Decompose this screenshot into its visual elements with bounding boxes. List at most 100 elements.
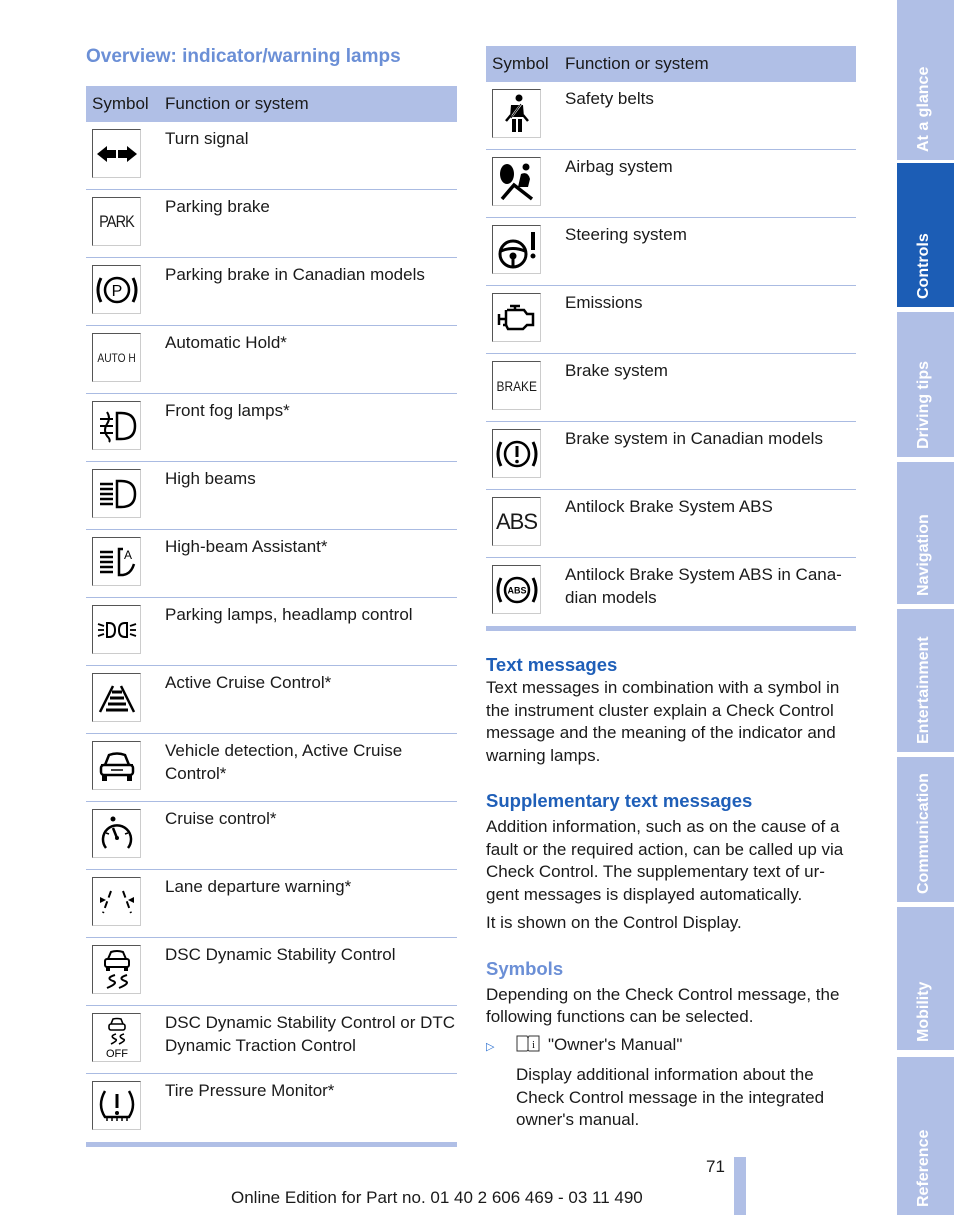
row-label: Emissions xyxy=(565,293,643,312)
safety-belt-icon xyxy=(492,89,541,138)
table-row: Parking lamps, headlamp control xyxy=(86,598,457,666)
tab-driving-tips[interactable]: Driving tips xyxy=(897,312,954,457)
row-label: Antilock Brake System ABS xyxy=(565,497,773,516)
row-label: Vehicle detection, Active Cruise Control… xyxy=(165,741,403,783)
tab-entertainment[interactable]: Entertainment xyxy=(897,609,954,752)
svg-text:P: P xyxy=(111,283,122,300)
active-cruise-control-icon xyxy=(92,673,141,722)
table-row: Airbag system xyxy=(486,150,856,218)
svg-text:i: i xyxy=(532,1040,535,1051)
dsc-icon xyxy=(92,945,141,994)
auto-hold-icon: AUTO H xyxy=(92,333,141,382)
cruise-control-icon xyxy=(92,809,141,858)
table-row: AUTO H Automatic Hold* xyxy=(86,326,457,394)
lane-departure-icon xyxy=(92,877,141,926)
row-label: Safety belts xyxy=(565,89,654,108)
edition-footer: Online Edition for Part no. 01 40 2 606 … xyxy=(231,1188,643,1207)
svg-text:A: A xyxy=(123,548,131,562)
row-label: Turn signal xyxy=(165,129,249,148)
table-row: High beams xyxy=(86,462,457,530)
row-label: Airbag system xyxy=(565,157,673,176)
owners-manual-label: "Owner's Manual" xyxy=(548,1034,683,1054)
row-label: Steering system xyxy=(565,225,687,244)
tab-at-a-glance[interactable]: At a glance xyxy=(897,0,954,160)
parking-brake-canada-icon: P xyxy=(92,265,141,314)
table-row: Brake system in Canadian models xyxy=(486,422,856,490)
table-row: Lane departure warning* xyxy=(86,870,457,938)
table-row: P Parking brake in Canadian models xyxy=(86,258,457,326)
left-table-header: Symbol Function or system xyxy=(86,86,457,122)
page-number: 71 xyxy=(706,1157,725,1176)
symbol-column-header: Symbol xyxy=(492,54,549,73)
symbols-heading: Symbols xyxy=(486,957,564,979)
row-label: Parking brake in Canadian models xyxy=(165,265,425,284)
row-label: Automatic Hold* xyxy=(165,333,287,352)
table-row: ABS Antilock Brake System ABS in Cana-di… xyxy=(486,558,856,626)
high-beam-assistant-icon: A xyxy=(92,537,141,586)
tire-pressure-icon xyxy=(92,1081,141,1130)
steering-system-icon xyxy=(492,225,541,274)
parking-lamps-icon xyxy=(92,605,141,654)
row-label: Lane departure warning* xyxy=(165,877,352,896)
row-label: High beams xyxy=(165,469,256,488)
abs-canada-icon: ABS xyxy=(492,565,541,614)
row-label: Brake system xyxy=(565,361,668,380)
tab-communication[interactable]: Communication xyxy=(897,757,954,902)
tab-reference[interactable]: Reference xyxy=(897,1057,954,1215)
overview-title: Overview: indicator/warning lamps xyxy=(86,46,401,67)
table-row: OFF DSC Dynamic Stability Control or DTC… xyxy=(86,1006,457,1074)
table-row: Tire Pressure Monitor* xyxy=(86,1074,457,1142)
svg-text:OFF: OFF xyxy=(106,1048,128,1060)
left-column: Overview: indicator/warning lamps Symbol… xyxy=(86,44,457,1147)
table-row: Front fog lamps* xyxy=(86,394,457,462)
table-end-rule xyxy=(86,1142,457,1147)
table-row: Steering system xyxy=(486,218,856,286)
park-text-icon: PARK xyxy=(92,197,141,246)
symbols-body: Depending on the Check Control message, … xyxy=(486,984,840,1027)
table-row: ABS Antilock Brake System ABS xyxy=(486,490,856,558)
airbag-icon xyxy=(492,157,541,206)
symbol-column-header: Symbol xyxy=(92,94,149,113)
supplementary-heading: Supplementary text messages xyxy=(486,790,753,811)
function-column-header: Function or system xyxy=(565,54,709,73)
row-label: Antilock Brake System ABS in Cana-dian m… xyxy=(565,565,842,607)
emissions-icon xyxy=(492,293,541,342)
brake-text-icon: BRAKE xyxy=(492,361,541,410)
row-label: Front fog lamps* xyxy=(165,401,290,420)
row-label: Tire Pressure Monitor* xyxy=(165,1081,335,1100)
table-row: Vehicle detection, Active Cruise Control… xyxy=(86,734,457,802)
svg-text:ABS: ABS xyxy=(507,585,526,595)
function-column-header: Function or system xyxy=(165,94,309,113)
right-column: Symbol Function or system Safety belts A… xyxy=(486,46,856,1132)
row-label: High-beam Assistant* xyxy=(165,537,328,556)
table-row: A High-beam Assistant* xyxy=(86,530,457,598)
owners-manual-description: Display additional information about the… xyxy=(516,1065,825,1129)
brake-canada-icon xyxy=(492,429,541,478)
table-row: Safety belts xyxy=(486,82,856,150)
dsc-off-icon: OFF xyxy=(92,1013,141,1062)
vehicle-detection-icon xyxy=(92,741,141,790)
table-row: Turn signal xyxy=(86,122,457,190)
table-row: Cruise control* xyxy=(86,802,457,870)
right-table-header: Symbol Function or system xyxy=(486,46,856,82)
row-label: Cruise control* xyxy=(165,809,277,828)
row-label: Active Cruise Control* xyxy=(165,673,332,692)
tab-navigation[interactable]: Navigation xyxy=(897,462,954,604)
high-beam-icon xyxy=(92,469,141,518)
row-label: Brake system in Canadian models xyxy=(565,429,823,448)
supplementary-body-2: It is shown on the Control Display. xyxy=(486,913,742,932)
bullet-triangle-icon: ▷ xyxy=(486,1040,495,1053)
table-row: DSC Dynamic Stability Control xyxy=(86,938,457,1006)
table-row: BRAKE Brake system xyxy=(486,354,856,422)
supplementary-body: Addition information, such as on the cau… xyxy=(486,817,844,904)
row-label: DSC Dynamic Stability Control or DTC Dyn… xyxy=(165,1013,456,1055)
text-messages-body: Text messages in combination with a symb… xyxy=(486,678,840,765)
owners-manual-icon: i xyxy=(516,1034,540,1059)
tab-controls[interactable]: Controls xyxy=(897,163,954,307)
table-row: Emissions xyxy=(486,286,856,354)
table-row: PARK Parking brake xyxy=(86,190,457,258)
row-label: DSC Dynamic Stability Control xyxy=(165,945,396,964)
text-messages-heading: Text messages xyxy=(486,654,618,675)
table-row: Active Cruise Control* xyxy=(86,666,457,734)
tab-mobility[interactable]: Mobility xyxy=(897,907,954,1050)
